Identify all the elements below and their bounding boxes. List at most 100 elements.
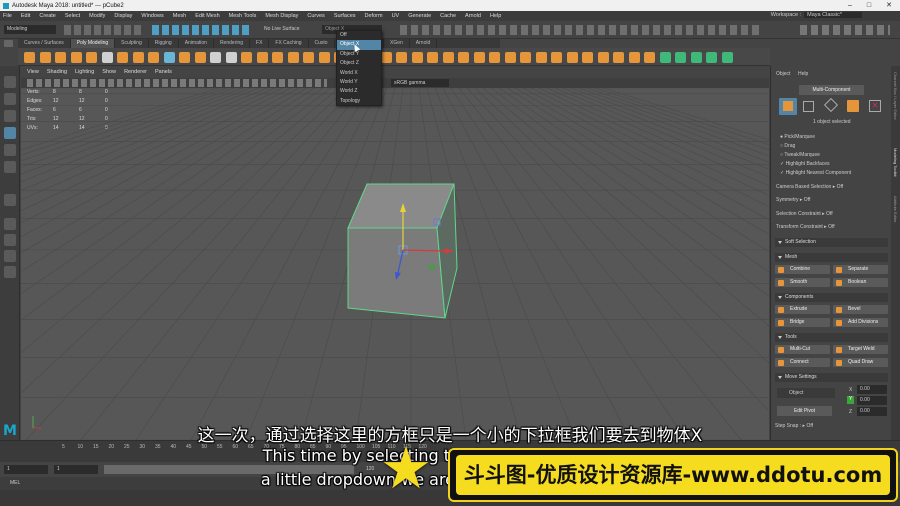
- panel-toggle-icons[interactable]: [800, 25, 890, 35]
- four-view-icon[interactable]: [4, 234, 16, 246]
- shelf-tool-icon[interactable]: [706, 51, 717, 63]
- shelf-tool-icon[interactable]: [659, 51, 671, 63]
- shelf-tool-icon[interactable]: [39, 51, 51, 63]
- shelf-tool-icon[interactable]: [458, 51, 469, 63]
- menu-file[interactable]: File: [3, 13, 12, 19]
- viewport-menu-shading[interactable]: Shading: [47, 69, 67, 75]
- status-icons-group-1[interactable]: [64, 25, 144, 35]
- extrude-button[interactable]: Extrude: [775, 305, 830, 314]
- viewport-menu-renderer[interactable]: Renderer: [124, 69, 147, 75]
- separate-button[interactable]: Separate: [833, 265, 888, 274]
- shelf-tab-custo[interactable]: Custo: [309, 39, 335, 48]
- shelf-tab-fx[interactable]: FX: [250, 39, 270, 48]
- menu-mesh-display[interactable]: Mesh Display: [265, 13, 298, 19]
- shelf-tool-icon[interactable]: [241, 51, 252, 63]
- highlight-backfaces-checkbox[interactable]: ✓ Highlight Backfaces: [780, 161, 830, 167]
- shelf-tool-icon[interactable]: [55, 51, 66, 63]
- selection-constraint-setting[interactable]: Selection Constraint ▸ Off: [776, 211, 833, 217]
- dropdown-item-world-y[interactable]: World Y: [337, 78, 381, 87]
- dropdown-item-world-z[interactable]: World Z: [337, 87, 381, 96]
- menu-deform[interactable]: Deform: [365, 13, 383, 19]
- transform-constraint-setting[interactable]: Transform Constraint ▸ Off: [776, 224, 835, 230]
- shelf-tool-icon[interactable]: [489, 51, 500, 63]
- shelf-tool-icon[interactable]: [473, 51, 485, 63]
- shelf-tool-icon[interactable]: [411, 51, 423, 63]
- shelf-tool-icon[interactable]: [303, 51, 314, 63]
- shelf-tool-icon[interactable]: [287, 51, 299, 63]
- viewport-menu-lighting[interactable]: Lighting: [75, 69, 94, 75]
- shelf-tool-icon[interactable]: [117, 51, 128, 63]
- menu-curves[interactable]: Curves: [307, 13, 324, 19]
- viewport-icons[interactable]: [27, 79, 327, 87]
- shelf-tool-icon[interactable]: [179, 51, 190, 63]
- viewport-menu-show[interactable]: Show: [102, 69, 116, 75]
- camera-based-selection[interactable]: Camera Based Selection ▸ Off: [776, 184, 843, 190]
- menu-mesh[interactable]: Mesh: [173, 13, 186, 19]
- x-value-field[interactable]: 0.00: [857, 385, 887, 394]
- shelf-tool-icon[interactable]: [628, 51, 640, 63]
- lasso-tool-icon[interactable]: [4, 93, 16, 105]
- scale-tool-icon[interactable]: [4, 161, 16, 173]
- layout-icon-1[interactable]: [4, 250, 16, 262]
- shelf-tool-icon[interactable]: [551, 51, 562, 63]
- shelf-tab-curves-surfaces[interactable]: Curves / Surfaces: [18, 39, 71, 48]
- shelf-tool-icon[interactable]: [256, 51, 268, 63]
- paint-select-icon[interactable]: [4, 110, 16, 122]
- y-value-field[interactable]: 0.00: [857, 396, 887, 405]
- tools-section[interactable]: Tools: [775, 333, 888, 342]
- shelf-tool-icon[interactable]: [613, 51, 624, 63]
- shelf-tool-icon[interactable]: [24, 51, 35, 63]
- object-mode-icon[interactable]: [779, 98, 797, 115]
- highlight-nearest-checkbox[interactable]: ✓ Highlight Nearest Component: [780, 170, 851, 176]
- dropdown-item-object-z[interactable]: Object Z: [337, 59, 381, 68]
- shelf-tool-icon[interactable]: [380, 51, 392, 63]
- menu-help[interactable]: Help: [490, 13, 501, 19]
- cube-mesh[interactable]: [347, 183, 458, 319]
- shelf-gear-icon[interactable]: [4, 40, 13, 47]
- tab-object[interactable]: Object: [776, 71, 790, 77]
- move-tool-icon[interactable]: [4, 127, 16, 139]
- side-tab-attribute-editor[interactable]: Attribute Editor: [893, 196, 898, 222]
- shelf-tool-icon[interactable]: [86, 51, 97, 63]
- shelf-tool-icon[interactable]: [504, 51, 516, 63]
- shelf-tab-rigging[interactable]: Rigging: [149, 39, 179, 48]
- menu-set-selector[interactable]: Modeling: [4, 25, 56, 34]
- shelf-tool-icon[interactable]: [597, 51, 609, 63]
- move-settings-section[interactable]: Move Settings: [775, 373, 888, 382]
- maximize-icon[interactable]: □: [862, 0, 876, 11]
- shelf-tool-icon[interactable]: [210, 51, 221, 63]
- move-axis-selector[interactable]: Object: [777, 388, 835, 398]
- workspace-value[interactable]: Maya Classic*: [804, 12, 862, 18]
- render-icons-group[interactable]: [400, 25, 760, 35]
- shelf-tool-icon[interactable]: [101, 51, 113, 63]
- shelf-tab-animation[interactable]: Animation: [179, 39, 214, 48]
- shelf-tab-arnold[interactable]: Arnold: [410, 39, 438, 48]
- menu-cache[interactable]: Cache: [440, 13, 456, 19]
- workspace-selector[interactable]: Workspace : Maya Classic*: [771, 12, 862, 18]
- z-value-field[interactable]: 0.00: [857, 407, 887, 416]
- add-divisions-button[interactable]: Add Divisions: [833, 318, 888, 327]
- menu-select[interactable]: Select: [65, 13, 80, 19]
- soft-selection-section[interactable]: Soft Selection: [775, 238, 888, 247]
- drag-radio[interactable]: ○ Drag: [780, 143, 795, 149]
- shelf-tool-icon[interactable]: [272, 51, 283, 63]
- shelf-tool-icon[interactable]: [396, 51, 407, 63]
- quad-draw-button[interactable]: Quad Draw: [833, 358, 888, 367]
- tab-help[interactable]: Help: [798, 71, 808, 77]
- uv-mode-icon[interactable]: ✕: [869, 100, 881, 112]
- combine-button[interactable]: Combine: [775, 265, 830, 274]
- boolean-button[interactable]: Boolean: [833, 278, 888, 287]
- tweak-marquee-radio[interactable]: ○ Tweak/Marquee: [780, 152, 820, 158]
- connect-button[interactable]: Connect: [775, 358, 830, 367]
- minimize-icon[interactable]: –: [843, 0, 857, 11]
- shelf-tool-icon[interactable]: [194, 51, 206, 63]
- rotate-tool-icon[interactable]: [4, 144, 16, 156]
- shelf-tool-icon[interactable]: [225, 51, 237, 63]
- shelf-tool-icon[interactable]: [70, 51, 82, 63]
- dropdown-item-object-y[interactable]: Object Y: [337, 50, 381, 59]
- multi-cut-button[interactable]: Multi-Cut: [775, 345, 830, 354]
- menu-mesh-tools[interactable]: Mesh Tools: [229, 13, 257, 19]
- menu-windows[interactable]: Windows: [141, 13, 163, 19]
- shelf-tool-icon[interactable]: [690, 51, 702, 63]
- mesh-section[interactable]: Mesh: [775, 253, 888, 262]
